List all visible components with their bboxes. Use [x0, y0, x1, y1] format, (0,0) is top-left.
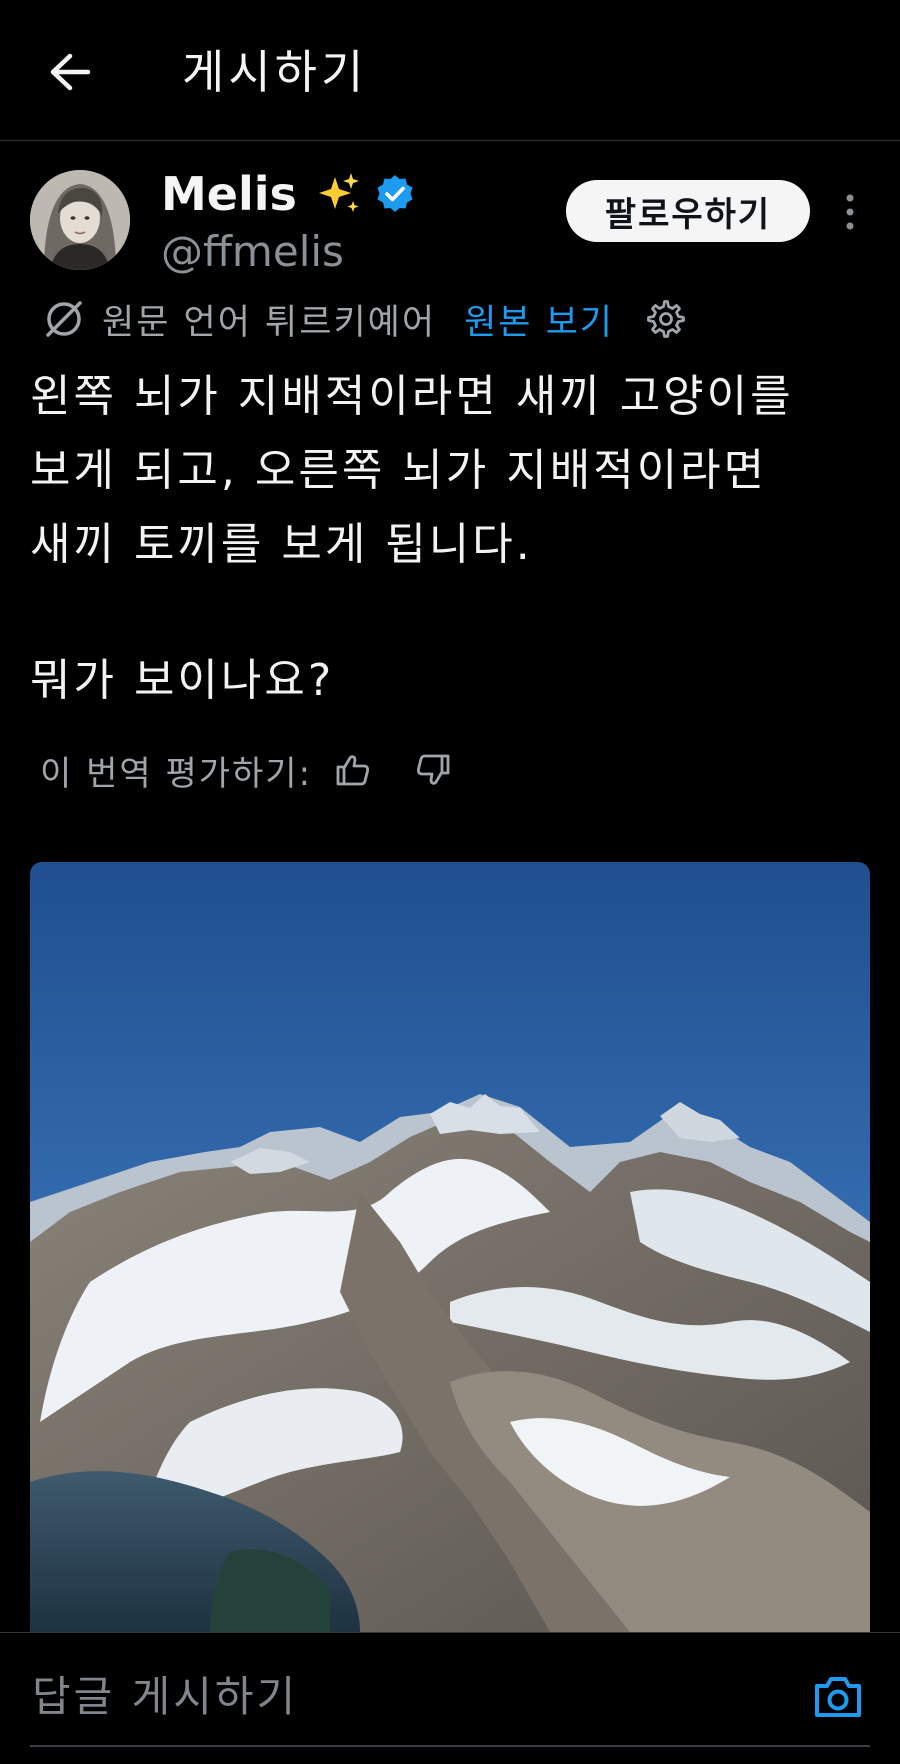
page-title: 게시하기 — [182, 45, 368, 99]
gear-icon[interactable] — [646, 299, 686, 339]
user-handle[interactable]: @ffmelis — [161, 224, 344, 280]
post-text-line: 새끼 토끼를 보게 됩니다. — [30, 519, 533, 570]
translate-icon — [40, 295, 88, 343]
reply-input[interactable] — [30, 1657, 794, 1735]
show-original-link[interactable]: 원본 보기 — [464, 294, 614, 345]
translation-info-row: 원문 언어 튀르키예어 원본 보기 — [40, 292, 686, 346]
translation-source-label: 원문 언어 튀르키예어 — [102, 302, 437, 343]
post-author-row: Melis @ffmelis 팔로우하기 — [0, 166, 900, 280]
reply-bar — [0, 1632, 900, 1764]
follow-button[interactable]: 팔로우하기 — [566, 180, 810, 242]
verified-badge-icon — [373, 172, 417, 216]
post-text-line: 보게 되고, 오른쪽 뇌가 지배적이라면 — [30, 445, 768, 496]
rate-translation-row: 이 번역 평가하기: — [40, 742, 454, 798]
thumbs-down-icon[interactable] — [414, 750, 454, 790]
sparkles-icon — [311, 167, 365, 221]
arrow-left-icon[interactable] — [42, 44, 98, 100]
post-question: 뭐가 보이나요? — [30, 655, 335, 706]
more-vertical-icon[interactable] — [838, 182, 862, 242]
display-name[interactable]: Melis — [161, 166, 417, 222]
post-text-line: 왼쪽 뇌가 지배적이라면 새끼 고양이를 — [30, 371, 794, 422]
thumbs-up-icon[interactable] — [332, 750, 372, 790]
post-body: 왼쪽 뇌가 지배적이라면 새끼 고양이를 보게 되고, 오른쪽 뇌가 지배적이라… — [30, 366, 870, 576]
camera-icon[interactable] — [810, 1669, 866, 1725]
display-name-text: Melis — [161, 167, 297, 221]
rate-translation-label: 이 번역 평가하기: — [40, 753, 313, 794]
avatar[interactable] — [30, 170, 130, 270]
top-app-bar: 게시하기 — [0, 0, 900, 141]
reply-input-underline — [30, 1745, 870, 1747]
post-image[interactable] — [30, 862, 870, 1632]
